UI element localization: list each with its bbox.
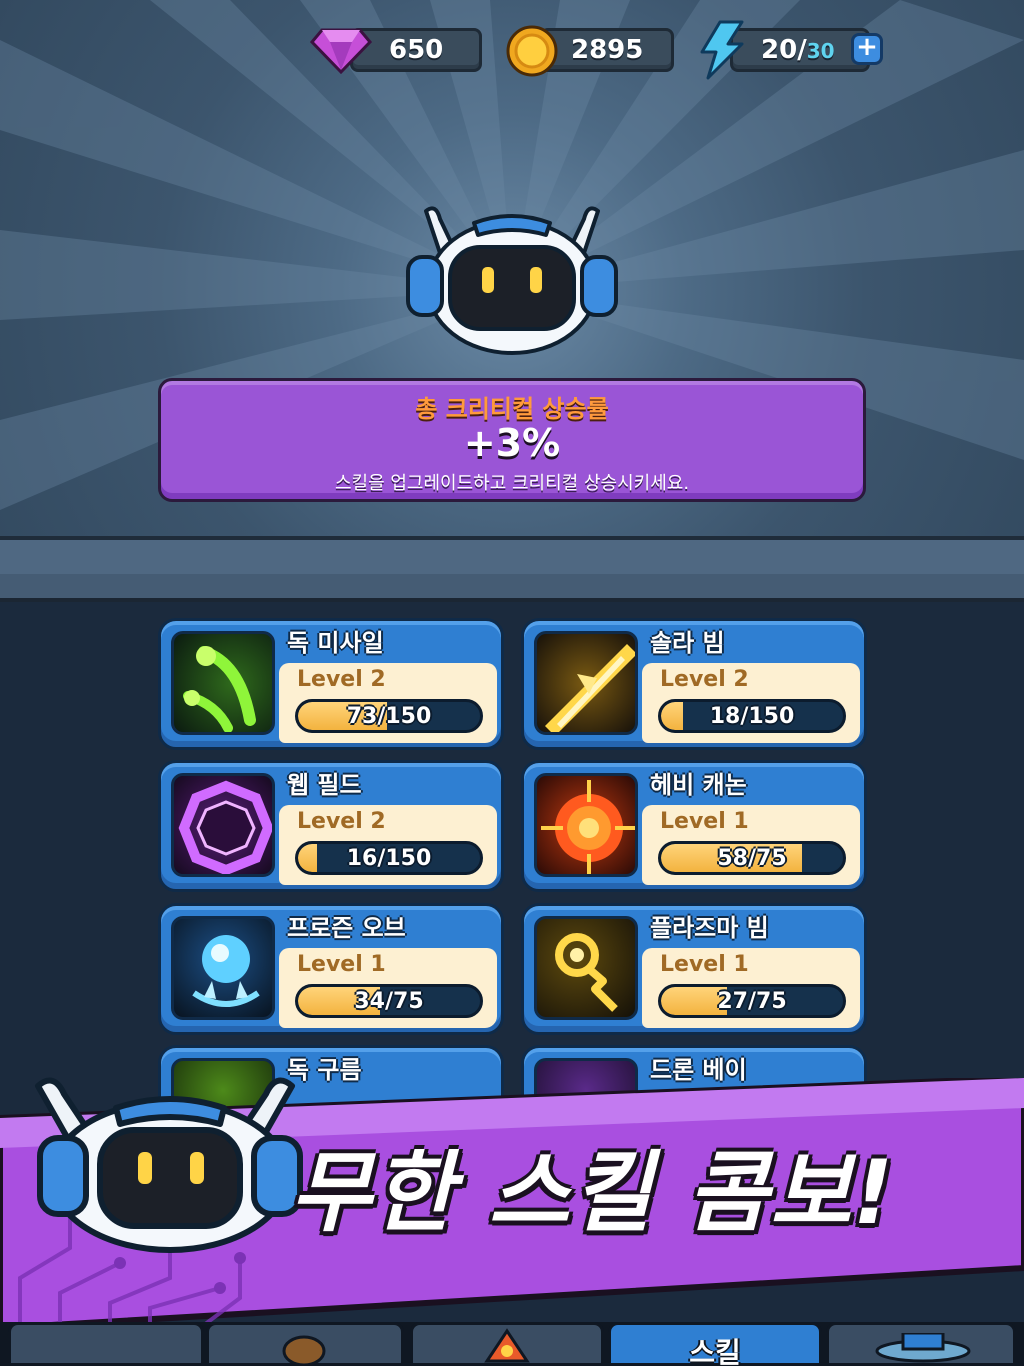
skill-level-box: Level 2 73/150 <box>279 663 497 743</box>
skill-level: Level 1 <box>297 952 386 977</box>
skill-name: 플라즈마 빔 <box>650 914 769 942</box>
skill-level: Level 1 <box>660 952 749 977</box>
heavy-cannon-icon <box>534 773 638 877</box>
nav-tab-1[interactable] <box>8 1322 204 1366</box>
promo-headline: 무한 스킬 콤보! <box>290 1141 896 1244</box>
frozen-orb-icon <box>171 916 275 1020</box>
nav-tab-2[interactable] <box>206 1322 404 1366</box>
coin-count: 2895 <box>571 35 644 65</box>
critical-bonus-panel: 총 크리티컬 상승률 +3% 스킬을 업그레이드하고 크리티컬 상승시키세요. <box>158 378 866 502</box>
skill-progress-text: 16/150 <box>346 846 432 871</box>
skill-card-frozen-orb[interactable]: 프로즌 오브 Level 1 34/75 <box>158 903 504 1035</box>
skill-level-box: Level 2 18/150 <box>642 663 860 743</box>
skill-level: Level 2 <box>297 809 386 834</box>
skill-level-box: Level 1 58/75 <box>642 805 860 885</box>
skill-name: 헤비 캐논 <box>650 771 747 799</box>
add-energy-button[interactable]: + <box>851 33 883 65</box>
skill-name: 웹 필드 <box>287 771 362 799</box>
skill-name: 독 미사일 <box>287 629 384 657</box>
plasma-beam-icon <box>534 916 638 1020</box>
skill-name: 솔라 빔 <box>650 629 725 657</box>
skill-progress-bar: 58/75 <box>658 841 846 875</box>
skill-level: Level 2 <box>660 667 749 692</box>
platform-icon <box>875 1333 971 1363</box>
skill-level: Level 2 <box>297 667 386 692</box>
nav-tab-3[interactable] <box>410 1322 604 1366</box>
skill-level-box: Level 1 27/75 <box>642 948 860 1028</box>
lightning-icon <box>700 20 744 80</box>
coin-counter[interactable]: 2895 <box>540 28 674 72</box>
skill-progress-text: 73/150 <box>346 704 432 729</box>
web-field-icon <box>171 773 275 877</box>
skill-level-box: Level 1 34/75 <box>279 948 497 1028</box>
skill-progress-text: 18/150 <box>709 704 795 729</box>
energy-counter[interactable]: 20/30 <box>730 28 870 72</box>
solar-beam-icon <box>534 631 638 735</box>
skill-progress-bar: 16/150 <box>295 841 483 875</box>
hero-section: 650 2895 20/30 + 총 크리티컬 상승률 +3% 스킬을 업그레이… <box>0 0 1024 540</box>
skill-card-heavy-cannon[interactable]: 헤비 캐논 Level 1 58/75 <box>521 760 867 892</box>
skill-card-plasma-beam[interactable]: 플라즈마 빔 Level 1 27/75 <box>521 903 867 1035</box>
energy-value: 20/30 <box>761 35 835 65</box>
skill-progress-text: 34/75 <box>354 989 424 1014</box>
critical-bonus-value: +3% <box>463 421 561 465</box>
skill-level: Level 1 <box>660 809 749 834</box>
skill-progress-bar: 27/75 <box>658 984 846 1018</box>
skill-progress-bar: 34/75 <box>295 984 483 1018</box>
coin-icon <box>506 25 558 77</box>
nav-tab-skills[interactable]: 스킬 <box>608 1322 822 1366</box>
skill-level-box: Level 2 16/150 <box>279 805 497 885</box>
nav-tab-5[interactable] <box>826 1322 1016 1366</box>
skill-card-web-field[interactable]: 웹 필드 Level 2 16/150 <box>158 760 504 892</box>
gem-count: 650 <box>389 35 444 65</box>
rocket-icon <box>484 1328 530 1363</box>
skill-card-solar-beam[interactable]: 솔라 빔 Level 2 18/150 <box>521 618 867 750</box>
critical-bonus-title: 총 크리티컬 상승률 <box>415 395 609 423</box>
nav-tab-skills-label: 스킬 <box>689 1336 741 1366</box>
owl-icon <box>282 1335 326 1365</box>
skill-progress-text: 58/75 <box>717 846 787 871</box>
skill-name: 프로즌 오브 <box>287 914 406 942</box>
energy-current: 20 <box>761 35 798 65</box>
section-divider <box>0 536 1024 602</box>
poison-missile-icon <box>171 631 275 735</box>
skill-progress-text: 27/75 <box>717 989 787 1014</box>
skill-card-poison-missile[interactable]: 독 미사일 Level 2 73/150 <box>158 618 504 750</box>
robot-mascot-banner <box>35 1077 303 1253</box>
energy-max: 30 <box>806 39 835 63</box>
skill-progress-bar: 73/150 <box>295 699 483 733</box>
gem-icon <box>310 28 372 74</box>
robot-mascot <box>406 206 618 355</box>
skill-progress-bar: 18/150 <box>658 699 846 733</box>
critical-bonus-description: 스킬을 업그레이드하고 크리티컬 상승시키세요. <box>334 473 690 494</box>
bottom-navigation: 스킬 <box>0 1322 1024 1366</box>
energy-separator: / <box>797 35 807 65</box>
